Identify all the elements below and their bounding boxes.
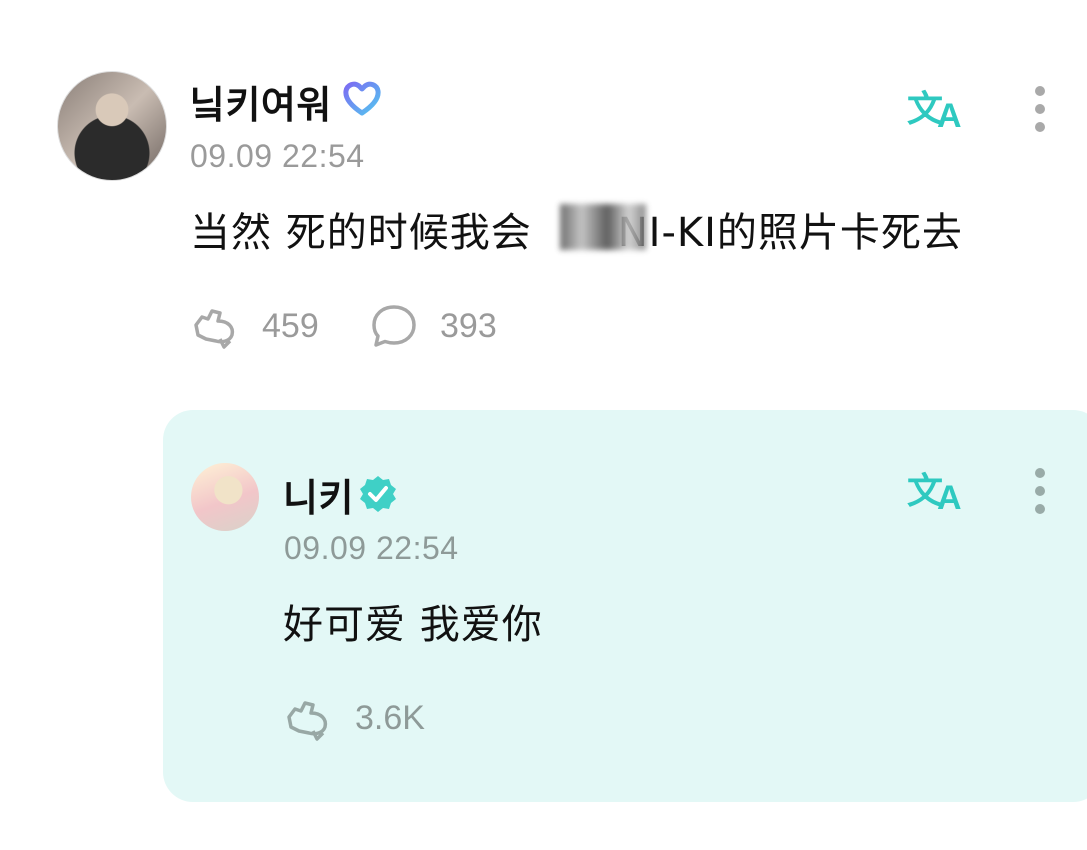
author-name[interactable]: 닠키여워 (190, 74, 332, 129)
dot-icon (1035, 468, 1045, 478)
like-count: 459 (262, 306, 319, 345)
translate-icon[interactable]: 文 A (907, 465, 971, 513)
dot-icon (1035, 486, 1045, 496)
like-button[interactable]: 459 (190, 303, 319, 349)
author-name[interactable]: 니키 (283, 467, 354, 522)
like-button[interactable]: 3.6K (283, 695, 425, 741)
like-icon (194, 309, 235, 349)
verified-badge-icon (360, 476, 396, 512)
timestamp: 09.09 22:54 (190, 138, 365, 174)
reply-text: 好可爱 我爱你 (283, 602, 543, 648)
avatar[interactable] (191, 463, 259, 531)
avatar[interactable] (57, 71, 167, 181)
comment-button[interactable]: 393 (370, 303, 497, 349)
more-options-icon[interactable] (1034, 86, 1046, 136)
censor-blur (560, 204, 646, 250)
dot-icon (1035, 86, 1045, 96)
post-text-after: NI-KI的照片卡死去 (617, 210, 963, 256)
svg-text:A: A (937, 97, 962, 131)
dot-icon (1035, 122, 1045, 132)
translate-icon[interactable]: 文 A (907, 83, 971, 131)
comment-icon (372, 305, 416, 347)
like-count: 3.6K (355, 698, 425, 737)
like-icon (287, 701, 328, 741)
fan-badge-icon (343, 81, 381, 116)
timestamp: 09.09 22:54 (284, 530, 459, 566)
dot-icon (1035, 104, 1045, 114)
dot-icon (1035, 504, 1045, 514)
post-text-before: 当然 死的时候我会 (190, 210, 532, 256)
more-options-icon[interactable] (1034, 468, 1046, 518)
comment-count: 393 (440, 306, 497, 345)
comment-post: 닠키여워 09.09 22:54 文 A 当然 死的时候我会 NI-KI的照片卡死… (0, 0, 1087, 400)
svg-text:A: A (937, 479, 962, 513)
